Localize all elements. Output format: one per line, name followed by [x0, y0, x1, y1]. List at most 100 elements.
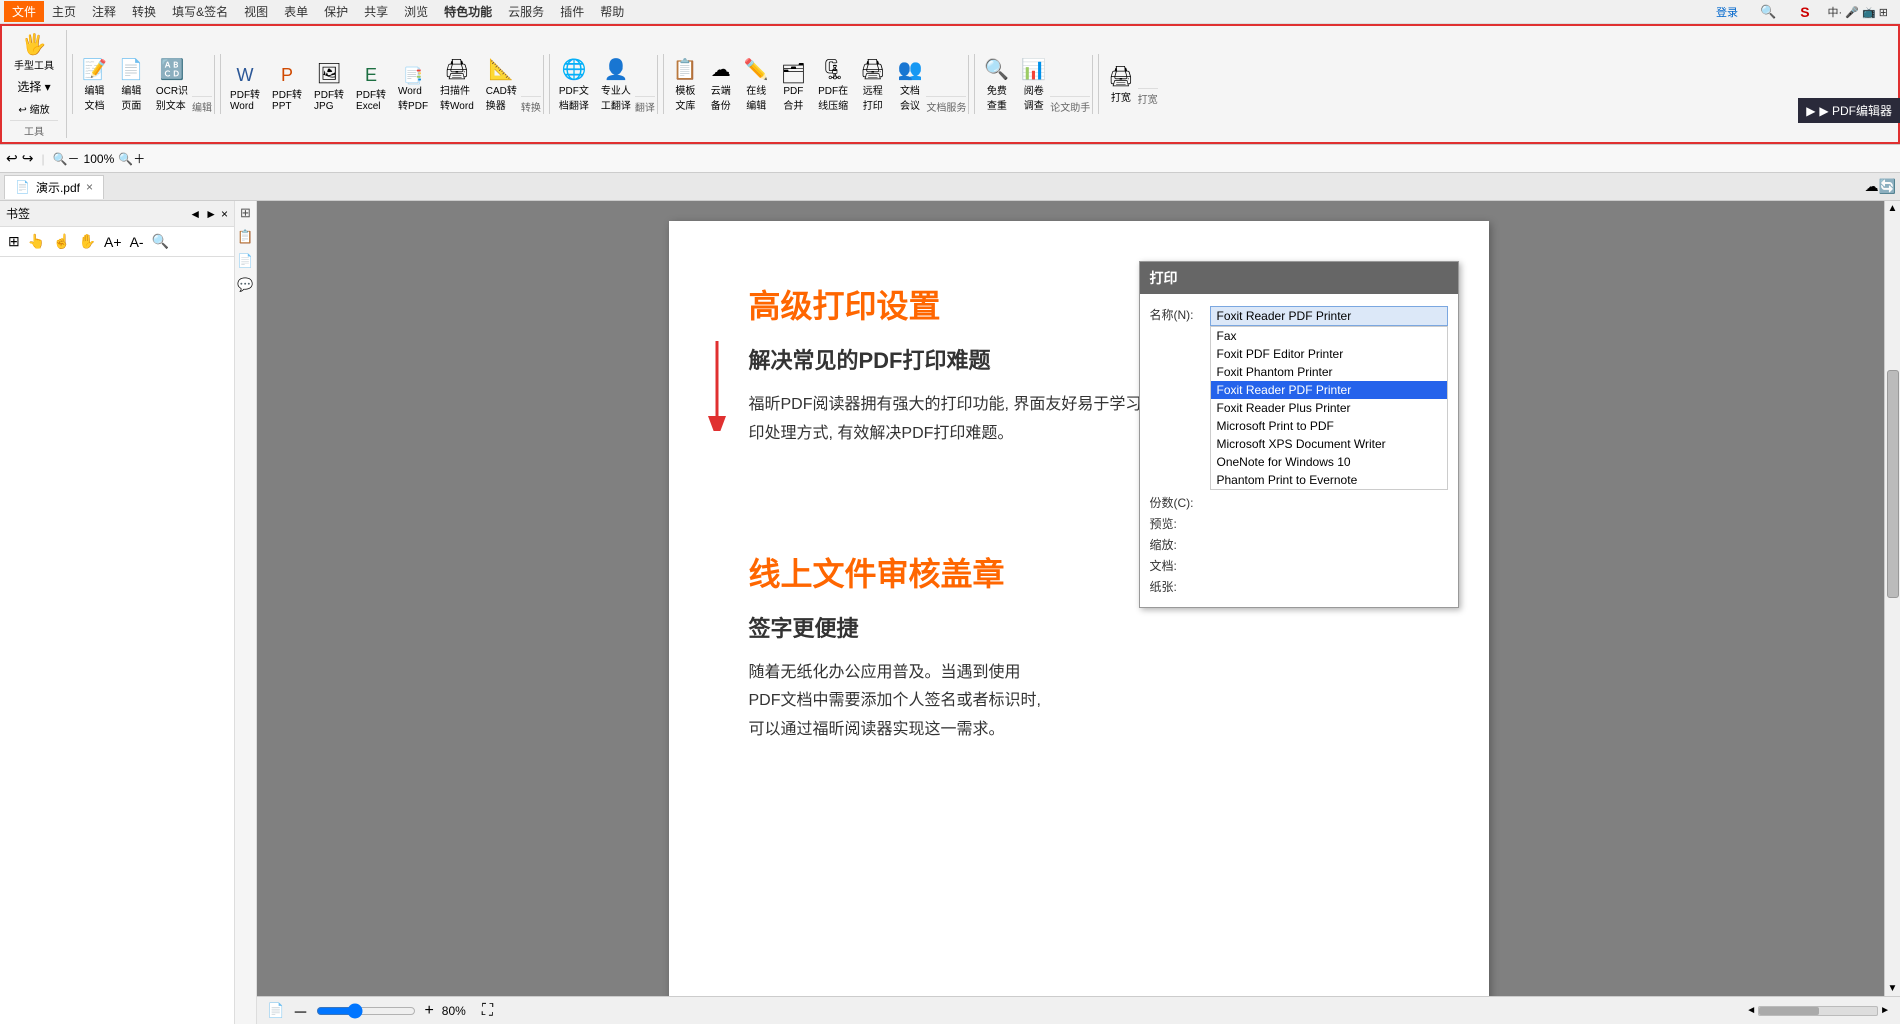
undo-button[interactable]: ↩: [6, 150, 18, 167]
printer-onenote[interactable]: OneNote for Windows 10: [1211, 453, 1447, 471]
menu-browse[interactable]: 浏览: [396, 1, 436, 22]
print-copies-label: 份数(C):: [1150, 494, 1210, 511]
online-edit-button[interactable]: ✏️ 在线编辑: [740, 55, 773, 114]
plagiarism-button[interactable]: 🔍 免费查重: [980, 55, 1013, 114]
horizontal-scroll[interactable]: ◄ ►: [1746, 1005, 1890, 1016]
toolbar-tools-group: 🖐 手型工具 选择 ▾ ↩ 缩放 工具: [8, 30, 67, 138]
scan-to-word-button[interactable]: 🖨 扫描件转Word: [436, 55, 478, 114]
printer-list: Fax Foxit PDF Editor Printer Foxit Phant…: [1210, 326, 1448, 490]
pdf-to-word-button[interactable]: W PDF转Word: [226, 63, 264, 114]
pro-translate-button[interactable]: 👤 专业人工翻译: [597, 55, 635, 114]
scroll-thumb[interactable]: [1887, 370, 1899, 598]
redo-button[interactable]: ↪: [22, 150, 34, 167]
ocr-button[interactable]: 🔠 OCR识别文本: [152, 55, 192, 114]
scroll-down-btn[interactable]: ▼: [1886, 981, 1900, 996]
bottom-status-bar: 📄 － + 80% ⛶ ◄ ►: [257, 996, 1900, 1024]
collapse-button[interactable]: ↩ 缩放: [10, 99, 58, 118]
printer-foxit-phantom[interactable]: Foxit Phantom Printer: [1211, 363, 1447, 381]
printer-evernote[interactable]: Phantom Print to Evernote: [1211, 471, 1447, 489]
sidebar-tool-6[interactable]: A-: [128, 232, 146, 252]
scroll-up-btn[interactable]: ▲: [1886, 201, 1900, 216]
tab-close-button[interactable]: ×: [86, 180, 93, 194]
edit-doc-button[interactable]: 📝 编辑文档: [78, 55, 111, 114]
menu-fillsign[interactable]: 填写&签名: [164, 1, 236, 22]
exam-survey-button[interactable]: 📊 阅卷调查: [1017, 55, 1050, 114]
sidebar-tool-5[interactable]: A+: [102, 232, 124, 252]
menu-help[interactable]: 帮助: [592, 1, 632, 22]
left-icon-3[interactable]: 📄: [237, 253, 253, 269]
sidebar-content[interactable]: [0, 257, 234, 1024]
pdf-editor-label: ▶ PDF编辑器: [1819, 102, 1892, 119]
left-icon-2[interactable]: 📋: [237, 229, 253, 245]
fullscreen-btn[interactable]: ⛶: [482, 1002, 493, 1020]
menu-home[interactable]: 主页: [44, 1, 84, 22]
zoom-in-toolbar[interactable]: 🔍＋: [118, 150, 145, 167]
sidebar: 书签 ◄ ► × ⊞ 👆 ☝ ✋ A+ A- 🔍: [0, 201, 235, 1024]
section2-title: 线上文件审核盖章: [749, 549, 1049, 595]
pdf-editor-button[interactable]: ▶ ▶ PDF编辑器: [1798, 98, 1900, 123]
printer-foxit-plus[interactable]: Foxit Reader Plus Printer: [1211, 399, 1447, 417]
zoom-out-toolbar[interactable]: 🔍－: [53, 150, 80, 167]
pdf-to-ppt-button[interactable]: P PDF转PPT: [268, 63, 306, 114]
sidebar-tool-7[interactable]: 🔍: [150, 231, 171, 252]
sidebar-tool-3[interactable]: ☝: [51, 231, 72, 252]
menu-convert[interactable]: 转换: [124, 1, 164, 22]
left-icon-1[interactable]: ⊞: [240, 205, 251, 221]
zoom-slider[interactable]: [316, 1003, 416, 1019]
cloud-icon: ☁: [1865, 178, 1879, 195]
zoom-minus-btn[interactable]: －: [292, 999, 308, 1023]
sidebar-close-button[interactable]: ×: [221, 207, 228, 221]
cloud-backup-button[interactable]: ☁ 云端备份: [706, 55, 736, 114]
print-preview-label: 预览:: [1150, 515, 1210, 532]
select-button[interactable]: 选择 ▾: [10, 76, 58, 97]
pdf-compress-button[interactable]: 🗜 PDF在线压缩: [814, 55, 852, 114]
left-icon-4[interactable]: 💬: [237, 277, 253, 293]
sidebar-nav-left[interactable]: ◄: [189, 207, 201, 221]
print-zoom-row: 缩放:: [1150, 536, 1448, 553]
print-button[interactable]: 🖨 打宽: [1104, 62, 1137, 106]
template-button[interactable]: 📋 模板文库: [669, 55, 702, 114]
pdf-to-excel-button[interactable]: E PDF转Excel: [352, 63, 390, 114]
menu-view[interactable]: 视图: [236, 1, 276, 22]
section2-text: 线上文件审核盖章 签字更便捷 随着无纸化办公应用普及。当遇到使用PDF文档中需要…: [749, 549, 1049, 785]
sidebar-nav-right[interactable]: ►: [205, 207, 217, 221]
hand-icon: 🖐: [22, 32, 47, 57]
zoom-plus-btn[interactable]: +: [424, 1002, 433, 1020]
menu-comment[interactable]: 注释: [84, 1, 124, 22]
edit-page-button[interactable]: 📄 编辑页面: [115, 55, 148, 114]
print-section-label: 打宽: [1138, 88, 1158, 106]
remote-print-button[interactable]: 🖨 远程打印: [856, 55, 889, 114]
main-toolbar: 🖐 手型工具 选择 ▾ ↩ 缩放 工具 📝 编辑文档: [0, 24, 1900, 144]
vertical-scrollbar[interactable]: ▲ ▼: [1884, 201, 1900, 996]
cad-converter-button[interactable]: 📐 CAD转换器: [482, 55, 521, 114]
menu-form[interactable]: 表单: [276, 1, 316, 22]
doc-meeting-button[interactable]: 👥 文档会议: [893, 55, 926, 114]
sidebar-tool-1[interactable]: ⊞: [6, 231, 22, 252]
sep3: [549, 54, 550, 114]
printer-foxit-reader[interactable]: Foxit Reader PDF Printer: [1211, 381, 1447, 399]
menu-protect[interactable]: 保护: [316, 1, 356, 22]
login-link[interactable]: 登录: [1708, 2, 1746, 22]
word-to-pdf-button[interactable]: 📑 Word转PDF: [394, 64, 432, 114]
menu-cloud[interactable]: 云服务: [500, 1, 552, 22]
sidebar-tool-2[interactable]: 👆: [26, 231, 47, 252]
search-icon[interactable]: 🔍: [1752, 2, 1784, 22]
hand-tool-button[interactable]: 🖐 手型工具: [10, 30, 58, 74]
menu-special[interactable]: 特色功能: [436, 1, 500, 22]
pdf-to-jpg-button[interactable]: 🖼 PDF转JPG: [310, 59, 348, 114]
print-name-input[interactable]: Foxit Reader PDF Printer: [1210, 306, 1448, 326]
edit-section-label: 编辑: [192, 96, 212, 114]
printer-ms-xps[interactable]: Microsoft XPS Document Writer: [1211, 435, 1447, 453]
menu-share[interactable]: 共享: [356, 1, 396, 22]
pdf-translate-button[interactable]: 🌐 PDF文档翻译: [555, 55, 593, 114]
menu-plugin[interactable]: 插件: [552, 1, 592, 22]
pdf-merge-button[interactable]: 🗂 PDF合并: [777, 59, 810, 114]
menu-file[interactable]: 文件: [4, 1, 44, 22]
printer-foxit-editor[interactable]: Foxit PDF Editor Printer: [1211, 345, 1447, 363]
print-name-row: 名称(N): Foxit Reader PDF Printer Fax Foxi…: [1150, 306, 1448, 490]
sidebar-tool-4[interactable]: ✋: [77, 231, 98, 252]
pdf-tab[interactable]: 📄 演示.pdf ×: [4, 175, 104, 199]
printer-ms-pdf[interactable]: Microsoft Print to PDF: [1211, 417, 1447, 435]
sep2: [220, 54, 221, 114]
printer-fax[interactable]: Fax: [1211, 327, 1447, 345]
